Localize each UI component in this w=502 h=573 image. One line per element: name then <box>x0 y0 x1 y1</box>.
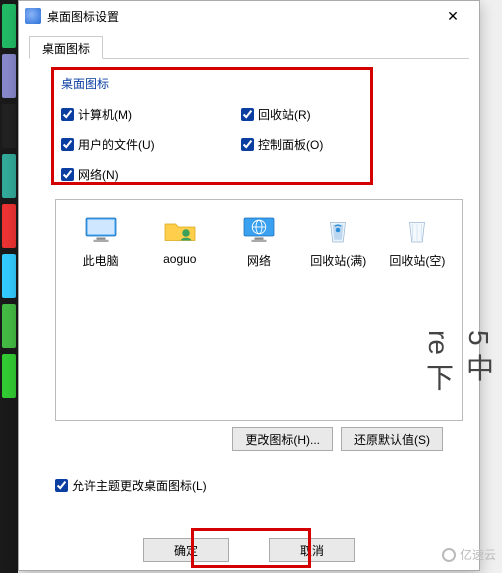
icon-item-network[interactable]: 网络 <box>220 214 297 269</box>
icon-item-recycle-full[interactable]: 回收站(满) <box>300 214 377 269</box>
allow-theme-checkbox[interactable]: 允许主题更改桌面图标(L) <box>55 477 207 494</box>
checkbox-label: 允许主题更改桌面图标(L) <box>72 477 207 494</box>
checkbox-network[interactable]: 网络(N) <box>61 166 241 183</box>
recycle-empty-icon <box>397 214 437 246</box>
checkbox-label: 计算机(M) <box>78 106 132 123</box>
restore-default-button[interactable]: 还原默认值(S) <box>341 427 443 451</box>
desktop-icon-settings-dialog: 桌面图标设置 ✕ 桌面图标 桌面图标 计算机(M) 回收站(R) 用户的文件(U… <box>18 0 480 571</box>
recycle-full-icon <box>318 214 358 246</box>
checkbox-user-files[interactable]: 用户的文件(U) <box>61 136 241 153</box>
checkbox-label: 控制面板(O) <box>258 136 323 153</box>
icon-label: 网络 <box>220 252 297 269</box>
this-pc-icon <box>81 214 121 246</box>
allow-theme-box[interactable] <box>55 479 68 492</box>
checkbox-network-box[interactable] <box>61 168 74 181</box>
taskbar-item <box>2 104 16 148</box>
taskbar-item <box>2 254 16 298</box>
checkbox-recycle-bin[interactable]: 回收站(R) <box>241 106 421 123</box>
checkbox-control-panel[interactable]: 控制面板(O) <box>241 136 421 153</box>
icon-label: aoguo <box>141 252 218 266</box>
checkbox-control-panel-box[interactable] <box>241 138 254 151</box>
icon-preview-list[interactable]: 此电脑aoguo网络回收站(满)回收站(空) <box>55 199 463 421</box>
tab-desktop-icons[interactable]: 桌面图标 <box>29 36 103 59</box>
checkbox-computer[interactable]: 计算机(M) <box>61 106 241 123</box>
desktop-edge-strip <box>0 0 18 573</box>
tab-strip: 桌面图标 <box>29 35 469 59</box>
icon-action-buttons: 更改图标(H)... 还原默认值(S) <box>19 427 479 451</box>
taskbar-item <box>2 54 16 98</box>
network-icon <box>239 214 279 246</box>
close-icon: ✕ <box>447 8 459 25</box>
group-desktop-icons-label: 桌面图标 <box>61 75 109 92</box>
icon-label: 此电脑 <box>62 252 139 269</box>
cancel-button[interactable]: 取消 <box>269 538 355 562</box>
taskbar-item <box>2 154 16 198</box>
close-button[interactable]: ✕ <box>433 1 473 31</box>
ok-button[interactable]: 确定 <box>143 538 229 562</box>
icon-label: 回收站(满) <box>300 252 377 269</box>
checkbox-user-files-box[interactable] <box>61 138 74 151</box>
taskbar-item <box>2 204 16 248</box>
icon-item-this-pc[interactable]: 此电脑 <box>62 214 139 269</box>
checkbox-label: 网络(N) <box>78 166 119 183</box>
checkbox-computer-box[interactable] <box>61 108 74 121</box>
taskbar-item <box>2 304 16 348</box>
window-icon <box>25 8 41 24</box>
tab-label: 桌面图标 <box>42 42 90 56</box>
icon-item-recycle-empty[interactable]: 回收站(空) <box>379 214 456 269</box>
icon-grid: 此电脑aoguo网络回收站(满)回收站(空) <box>56 200 462 283</box>
icon-item-user-folder[interactable]: aoguo <box>141 214 218 269</box>
titlebar: 桌面图标设置 ✕ <box>19 1 479 31</box>
user-folder-icon <box>160 214 200 246</box>
icon-label: 回收站(空) <box>379 252 456 269</box>
checkbox-label: 回收站(R) <box>258 106 311 123</box>
checkbox-label: 用户的文件(U) <box>78 136 155 153</box>
taskbar-item <box>2 354 16 398</box>
dialog-buttons: 确定 取消 <box>19 538 479 562</box>
checkbox-recycle-bin-box[interactable] <box>241 108 254 121</box>
desktop-icon-checkboxes: 计算机(M) 回收站(R) 用户的文件(U) 控制面板(O) 网络(N) <box>61 99 421 189</box>
change-icon-button[interactable]: 更改图标(H)... <box>232 427 333 451</box>
window-title: 桌面图标设置 <box>47 8 433 25</box>
taskbar-item <box>2 4 16 48</box>
